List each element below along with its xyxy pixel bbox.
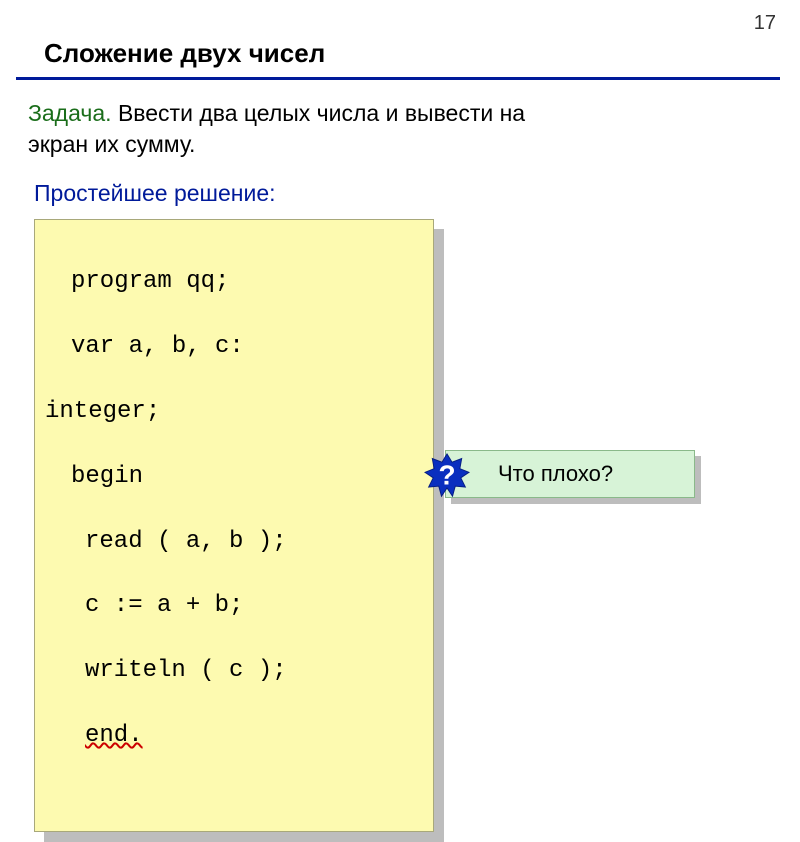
- code-line: read ( a, b );: [45, 526, 429, 558]
- task-statement: Задача. Ввести два целых числа и вывести…: [0, 80, 800, 160]
- code-line: writeln ( c );: [45, 655, 429, 687]
- task-text-1: Ввести два целых числа и вывести на: [112, 100, 526, 126]
- code-line: var a, b, c:: [45, 331, 429, 363]
- code-line: c := a + b;: [45, 590, 429, 622]
- page-number: 17: [754, 12, 776, 35]
- code-line: integer;: [45, 396, 429, 428]
- callout: ? Что плохо?: [445, 450, 695, 498]
- slide-heading: Сложение двух чисел: [16, 0, 780, 80]
- callout-box: ? Что плохо?: [445, 450, 695, 498]
- question-mark-icon: ?: [438, 459, 455, 491]
- code-line-error: end.: [45, 720, 429, 752]
- code-box: program qq; var a, b, c: integer; begin …: [34, 219, 434, 832]
- task-text-2: экран их сумму.: [28, 131, 195, 157]
- code-line: program qq;: [45, 266, 429, 298]
- task-label: Задача.: [28, 100, 112, 126]
- code-line: begin: [45, 461, 429, 493]
- code-block: program qq; var a, b, c: integer; begin …: [34, 219, 434, 832]
- question-badge: ?: [424, 453, 470, 499]
- solution-label: Простейшее решение:: [0, 160, 800, 219]
- callout-text: Что плохо?: [498, 461, 613, 487]
